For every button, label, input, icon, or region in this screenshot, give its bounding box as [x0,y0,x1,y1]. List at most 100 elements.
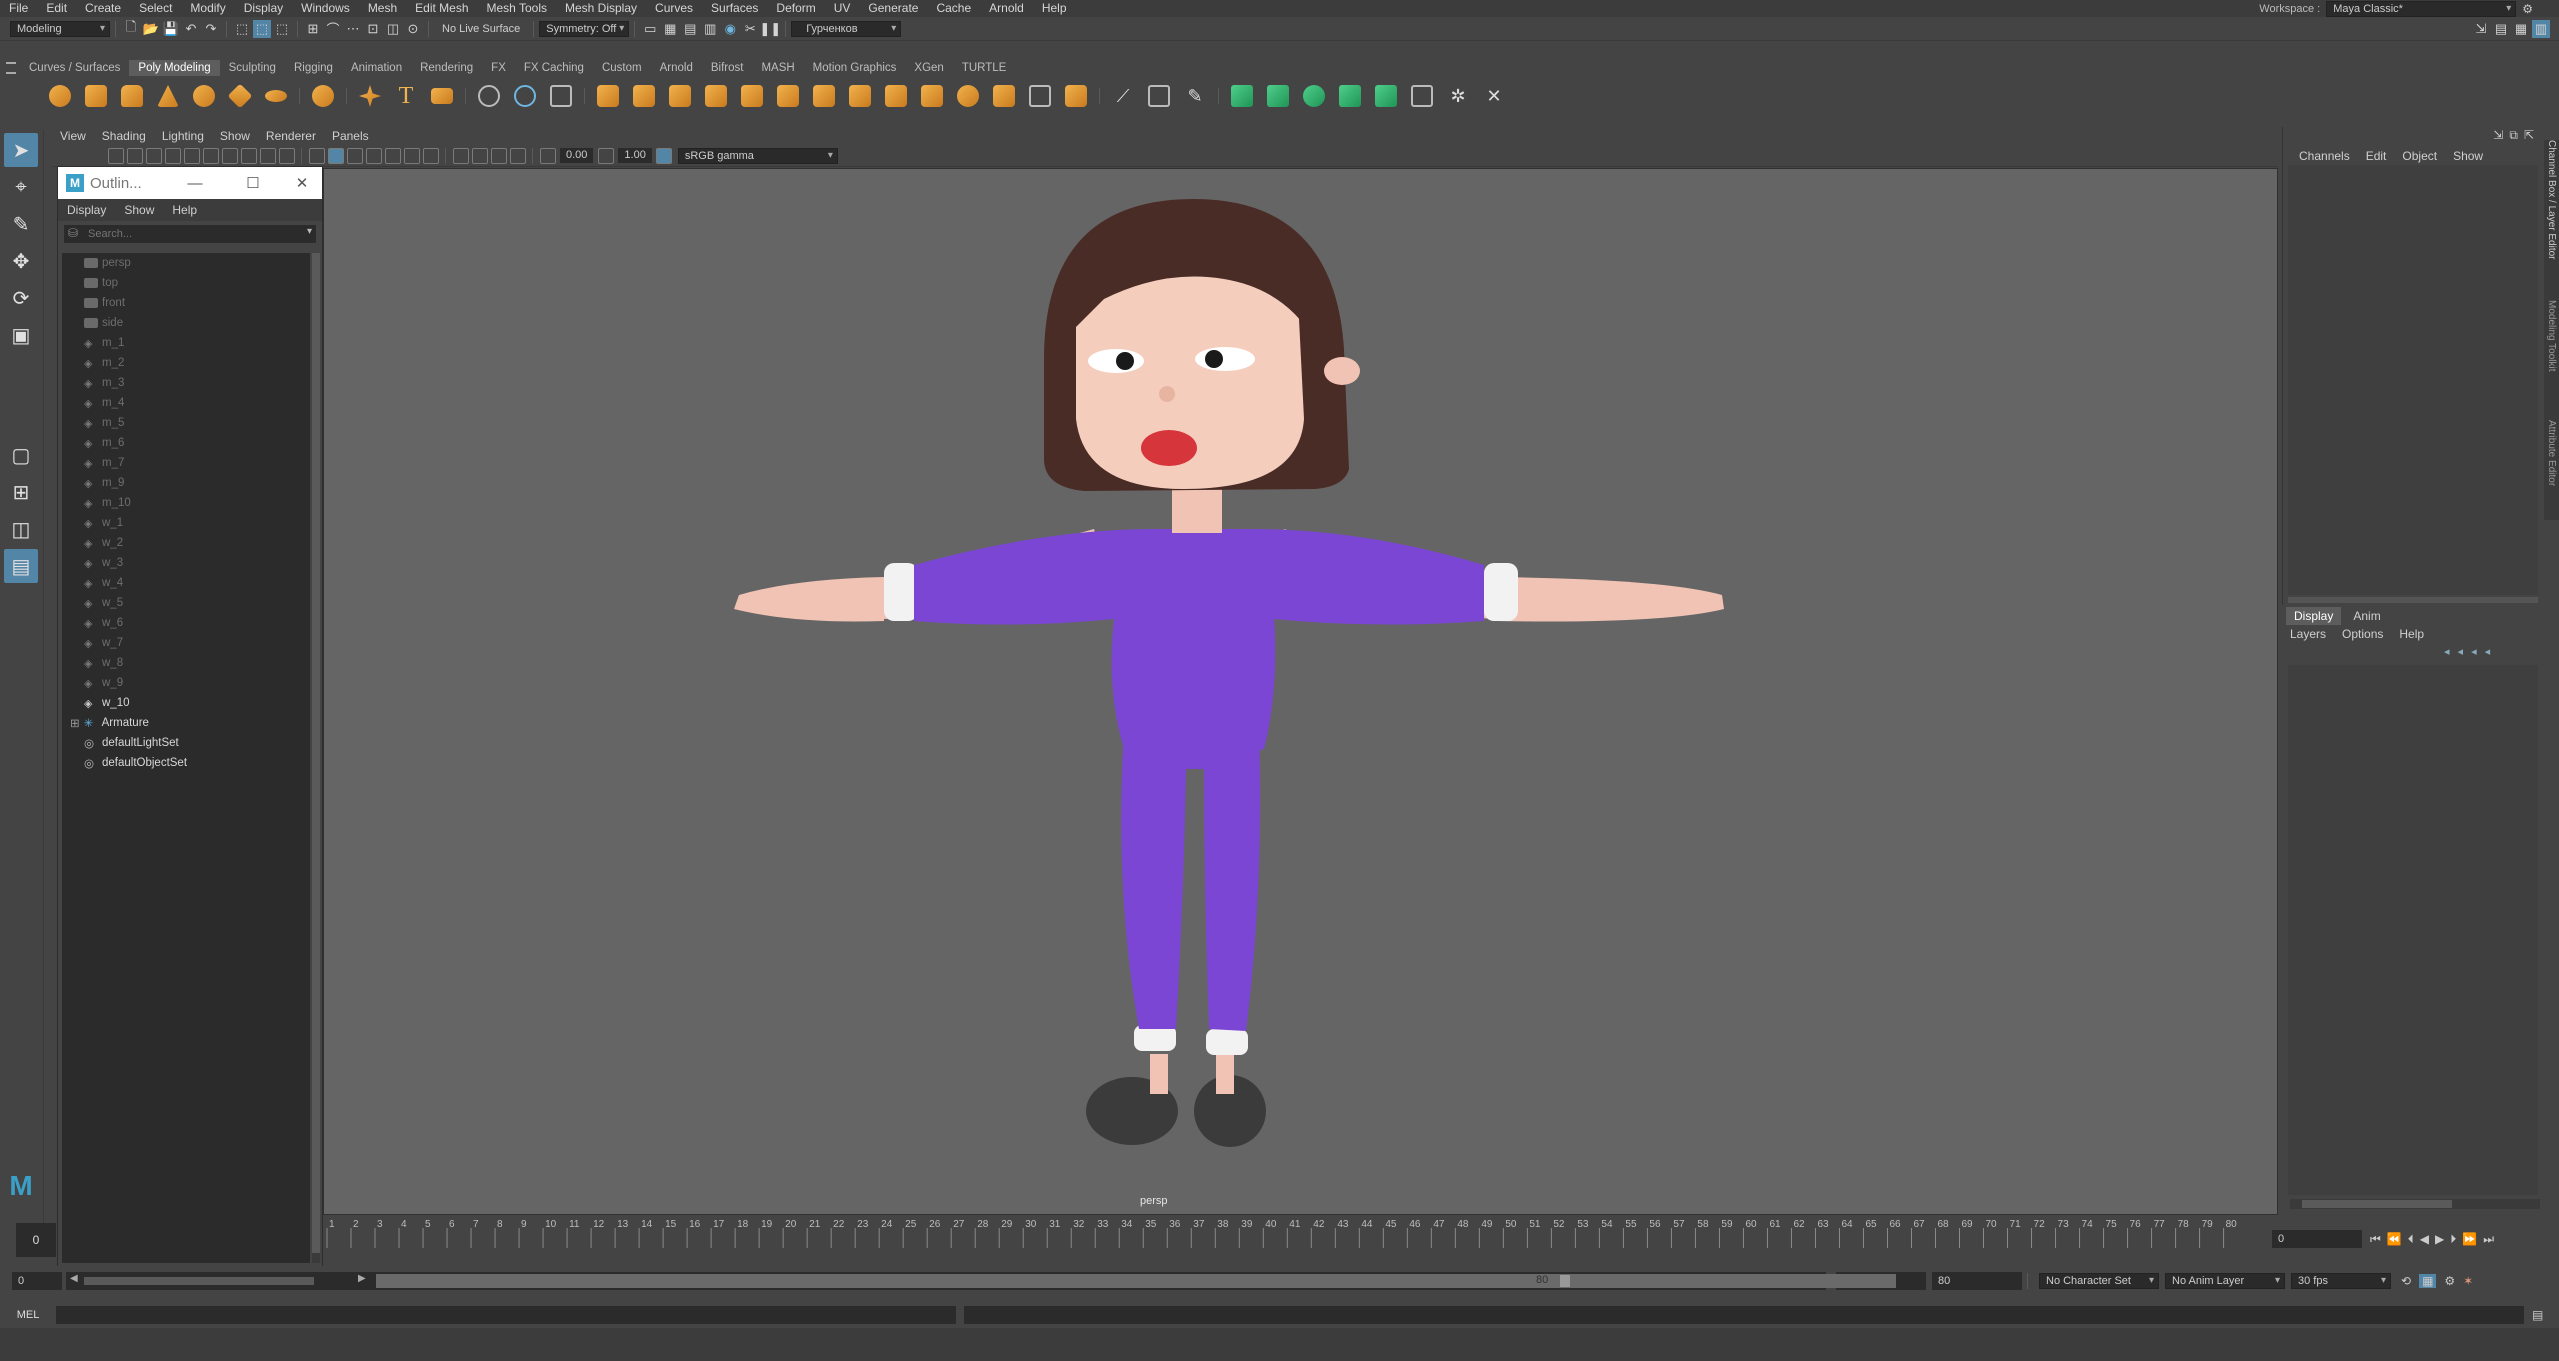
menu-item-create[interactable]: Create [76,0,130,17]
outliner-item[interactable]: ◈ w_4 [62,573,310,593]
cut-uv-icon[interactable]: ⟋ [1107,80,1139,112]
outliner-item[interactable]: ◈ w_1 [62,513,310,533]
collapse-icon[interactable] [988,80,1020,112]
go-to-end-icon[interactable]: ⏭ [2483,1232,2494,1247]
svg-tool-icon[interactable] [426,80,458,112]
outliner-item[interactable]: ◈ m_10 [62,493,310,513]
tab-attribute-editor[interactable]: Attribute Editor [2546,420,2557,486]
colorspace-dropdown[interactable]: sRGB gamma [677,147,838,164]
single-perspective-icon[interactable]: ▢ [4,438,38,472]
outliner-item[interactable]: ◈ m_9 [62,473,310,493]
step-forward-frame-icon[interactable]: ⏵ [2450,1232,2456,1247]
maximize-icon[interactable]: ☐ [224,174,282,192]
layer-menu-options[interactable]: Options [2334,625,2391,643]
shelf-tab-rigging[interactable]: Rigging [285,60,342,76]
go-to-start-icon[interactable]: ⏮ [2370,1232,2381,1247]
user-dropdown[interactable]: Гурченков [791,20,902,37]
shelf-tab-sculpting[interactable]: Sculpting [220,60,285,76]
shelf-tab-rendering[interactable]: Rendering [411,60,482,76]
shelf-tab-xgen[interactable]: XGen [905,60,952,76]
persp-outliner-icon[interactable]: ◫ [4,512,38,546]
viewport-menu-show[interactable]: Show [212,127,258,145]
xray-icon[interactable] [471,147,488,164]
spherical-map-icon[interactable] [1298,80,1330,112]
loop-icon[interactable]: ⟲ [2401,1274,2411,1288]
outliner-item[interactable]: ◈ m_4 [62,393,310,413]
viewport-menu-panels[interactable]: Panels [324,127,377,145]
outliner-item[interactable]: ◈ w_10 [62,693,310,713]
shelf-tab-bifrost[interactable]: Bifrost [702,60,753,76]
outliner-item[interactable]: ◈ m_5 [62,413,310,433]
auto-key-icon[interactable]: ▦ [2419,1274,2437,1288]
select-component-icon[interactable]: ⬚ [273,20,291,38]
menu-item-deform[interactable]: Deform [767,0,824,17]
shelf-tab-motion-graphics[interactable]: Motion Graphics [804,60,906,76]
menu-item-help[interactable]: Help [1033,0,1076,17]
outliner-item[interactable]: front [62,293,310,313]
minimize-icon[interactable]: — [166,175,224,192]
outliner-item[interactable]: ◈ w_9 [62,673,310,693]
planar-map-icon[interactable] [1226,80,1258,112]
fill-hole-icon[interactable] [700,80,732,112]
persp-graph-icon[interactable]: ▤ [4,549,38,583]
poly-cylinder-icon[interactable] [116,80,148,112]
outliner-scrollbar[interactable] [312,253,320,1263]
menu-item-edit[interactable]: Edit [37,0,76,17]
settings-icon[interactable]: ⚙ [2522,2,2533,16]
range-bar-track[interactable] [376,1274,1896,1288]
command-language-label[interactable]: MEL [0,1309,56,1321]
automatic-map-icon[interactable] [1334,80,1366,112]
shelf-menu-icon[interactable] [6,62,16,74]
grid-toggle-icon[interactable] [183,147,200,164]
ipr-render-icon[interactable]: ▤ [681,20,699,38]
outliner-item[interactable]: ◎ defaultObjectSet [62,753,310,773]
gamma-icon[interactable] [597,147,614,164]
outliner-item[interactable]: ◈ w_2 [62,533,310,553]
new-scene-icon[interactable]: 🗋 [122,19,140,38]
outliner-menu-display[interactable]: Display [58,199,115,221]
layer-tab-display[interactable]: Display [2286,607,2342,625]
outliner-window[interactable]: M Outlin... — ☐ ✕ DisplayShowHelp ⛁ ▾ pe… [57,166,323,1280]
new-empty-layer-icon[interactable]: ◂ [2471,645,2477,658]
shelf-tab-curves-surfaces[interactable]: Curves / Surfaces [20,60,129,76]
workspace-dropdown[interactable]: Maya Classic* [2326,1,2517,17]
tool-settings-icon[interactable]: ▦ [2512,20,2530,38]
modeling-toolkit-icon[interactable]: ⇲ [2472,20,2490,38]
fps-dropdown[interactable]: 30 fps [2291,1273,2391,1289]
safe-action-icon[interactable] [278,147,295,164]
snap-curve-icon[interactable]: ⌒ [324,20,342,38]
lasso-tool-icon[interactable]: ⌖ [4,170,38,204]
shelf-tab-arnold[interactable]: Arnold [651,60,702,76]
insert-edge-loop-icon[interactable] [808,80,840,112]
paint-select-icon[interactable]: ✎ [4,207,38,241]
outliner-item[interactable]: ◈ m_2 [62,353,310,373]
menu-item-mesh[interactable]: Mesh [359,0,406,17]
outliner-menu-show[interactable]: Show [115,199,163,221]
bevel-icon[interactable] [592,80,624,112]
smooth-shade-icon[interactable] [327,147,344,164]
current-frame-field[interactable]: 0 [2272,1230,2362,1248]
four-view-icon[interactable]: ⊞ [4,475,38,509]
start-frame-field[interactable]: 0 [12,1272,62,1290]
isolate-select-icon[interactable] [452,147,469,164]
outliner-item[interactable]: ◎ defaultLightSet [62,733,310,753]
outliner-item[interactable]: ◈ m_3 [62,373,310,393]
channel-box-body[interactable] [2288,165,2538,595]
outliner-item[interactable]: ◈ w_3 [62,553,310,573]
resolution-gate-icon[interactable] [221,147,238,164]
bridge-icon[interactable] [628,80,660,112]
channel-box-icon[interactable]: ⇲ [2493,128,2503,142]
hypershade-icon[interactable]: ◉ [721,20,739,38]
shelf-tab-custom[interactable]: Custom [593,60,651,76]
cylindrical-map-icon[interactable] [1262,80,1294,112]
wireframe-icon[interactable] [308,147,325,164]
snap-live-icon[interactable]: ⊙ [404,20,422,38]
layer-hscrollbar[interactable] [2290,1199,2540,1209]
xray-components-icon[interactable] [509,147,526,164]
mode-dropdown[interactable]: Modeling [10,20,110,37]
layer-menu-layers[interactable]: Layers [2282,625,2334,643]
search-input[interactable] [88,226,288,242]
play-backwards-icon[interactable]: ◀ [2420,1232,2429,1246]
attribute-icon[interactable]: ⇱ [2524,128,2534,142]
outliner-item[interactable]: ⊞ ✳ Armature [62,713,310,733]
